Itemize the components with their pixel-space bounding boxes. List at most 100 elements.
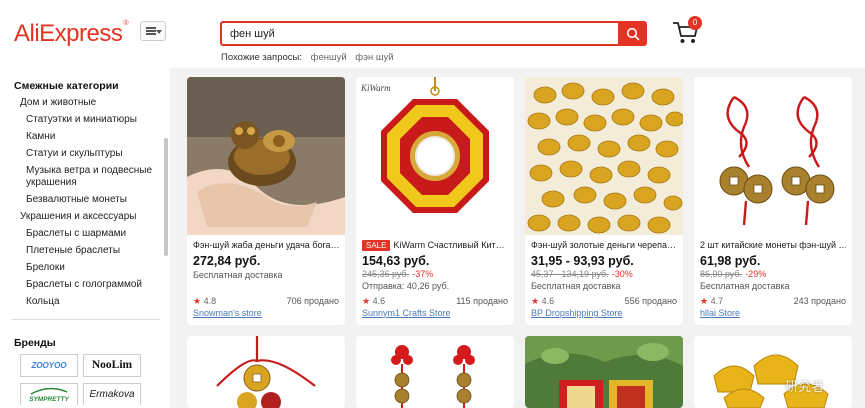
search-box [220,21,620,46]
sold-count: 706 продано [286,296,339,306]
product-price: 61,98 руб. [700,254,761,268]
store-link[interactable]: BP Dropshipping Store [531,308,622,318]
store-link[interactable]: Snowman's store [193,308,262,318]
old-price: 86,90 руб. -29% [700,269,766,279]
star-icon: ★ [700,296,709,306]
related-search-link[interactable]: фэн шуй [355,52,393,63]
sidebar-divider [12,319,160,320]
discount-percent: -30% [611,269,633,279]
search-button[interactable] [619,21,647,46]
related-search-link[interactable]: феншуй [311,52,347,63]
category-link[interactable]: Камни [26,131,55,143]
product-price: 154,63 руб. [362,254,430,268]
product-image[interactable]: KiWarm [356,77,514,235]
product-image[interactable] [525,77,683,235]
aliexpress-logo[interactable]: AliExpress® [14,20,129,48]
brand-swoosh-icon [30,387,68,395]
related-searches: Похожие запросы: феншуй фэн шуй [221,52,394,63]
product-card[interactable]: Фэн-шуй жаба деньги удача бога… 272,84 р… [187,77,345,325]
star-icon: ★ [362,296,371,306]
star-icon: ★ [531,296,540,306]
category-link[interactable]: Музыка ветра и подвесные [26,165,152,177]
category-link[interactable]: Статуи и скульптуры [26,148,123,160]
rating-value: 4.6 [372,296,386,306]
shipping-info: Отправка: 40,26 руб. [362,281,450,291]
product-price: 272,84 руб. [193,254,261,268]
sold-count: 243 продано [793,296,846,306]
watermark: 研究者 [785,379,825,394]
store-link[interactable]: hllai Store [700,308,740,318]
related-categories-title: Смежные категории [14,80,119,92]
brands-title: Бренды [14,337,56,349]
product-image[interactable] [694,336,852,408]
rating: ★ 4.8 [193,296,216,307]
product-title-text: KiWarm Счастливый Кит… [393,240,505,250]
categories-menu-button[interactable] [140,21,166,41]
category-link[interactable]: Брелоки [26,262,65,274]
sale-badge: SALE [362,240,391,251]
brand-logo-text: Ermakova [89,389,135,400]
rating-value: 4.8 [203,296,217,306]
product-card[interactable]: 2 шт китайские монеты фэн-шуй … 61,98 ру… [694,77,852,325]
image-brand-label: KiWarm [360,83,391,93]
product-card[interactable] [525,336,683,408]
product-image[interactable] [694,77,852,235]
brand-ermakova[interactable]: Ermakova [83,383,141,405]
category-link[interactable]: Украшения и аксессуары [20,211,136,223]
sidebar-scrollbar[interactable] [164,138,168,256]
shipping-info: Бесплатная доставка [700,281,790,291]
top-header: AliExpress® Похожие запросы: феншуй фэн … [0,0,865,68]
rating: ★ 4.6 [531,296,554,307]
old-price-value: 245,36 руб. [362,269,410,279]
related-label: Похожие запросы: [221,52,302,63]
product-card[interactable] [694,336,852,408]
old-price-value: 45,37 - 134,19 руб. [531,269,609,279]
discount-percent: -29% [745,269,767,279]
sold-count: 556 продано [624,296,677,306]
category-link[interactable]: Кольца [26,296,60,308]
shipping-info: Бесплатная доставка [531,281,621,291]
brand-noolim[interactable]: NooLim [83,354,141,377]
store-link[interactable]: Sunnym1 Crafts Store [362,308,451,318]
product-card[interactable] [187,336,345,408]
brand-logo-text: NooLim [91,359,133,371]
old-price-value: 86,90 руб. [700,269,743,279]
cart-count-badge: 0 [688,16,702,30]
rating: ★ 4.7 [700,296,723,307]
brand-logo-text: ZOOYOO [31,361,67,370]
product-image[interactable] [525,336,683,408]
category-link[interactable]: Статуэтки и миниатюры [26,114,137,126]
search-icon [626,27,640,41]
brand-logo-text: SYMPRETTY [29,396,69,403]
product-image[interactable] [187,336,345,408]
logo-text: AliExpress [14,20,123,47]
product-card[interactable]: KiWarm SALE KiWarm Счастливый Кит… 154,63… [356,77,514,325]
category-link[interactable]: Дом и животные [20,97,96,109]
product-title[interactable]: 2 шт китайские монеты фэн-шуй … [700,240,846,250]
product-title[interactable]: SALE KiWarm Счастливый Кит… [362,240,508,251]
caret-down-icon [156,30,162,34]
old-price: 45,37 - 134,19 руб. -30% [531,269,633,279]
search-input[interactable] [230,26,610,42]
shipping-info: Бесплатная доставка [193,270,283,280]
category-link[interactable]: Плетеные браслеты [26,245,120,257]
category-link-continued[interactable]: украшения [26,177,77,189]
brand-sympretty[interactable]: SYMPRETTY [20,383,78,405]
discount-percent: -37% [412,269,434,279]
star-icon: ★ [193,296,202,306]
hamburger-icon [146,27,156,35]
category-link[interactable]: Браслеты с шармами [26,228,126,240]
product-title[interactable]: Фэн-шуй жаба деньги удача бога… [193,240,339,250]
brand-zooyoo[interactable]: ZOOYOO [20,354,78,377]
rating-value: 4.7 [710,296,724,306]
category-link[interactable]: Безвалютные монеты [26,194,127,206]
category-link[interactable]: Браслеты с голограммой [26,279,142,291]
product-image[interactable] [356,336,514,408]
rating-value: 4.6 [541,296,555,306]
product-card[interactable]: Фэн-шуй золотые деньги черепа… 31,95 - 9… [525,77,683,325]
old-price: 245,36 руб. -37% [362,269,433,279]
product-price: 31,95 - 93,93 руб. [531,254,634,268]
product-card[interactable] [356,336,514,408]
product-title[interactable]: Фэн-шуй золотые деньги черепа… [531,240,677,250]
product-image[interactable] [187,77,345,235]
